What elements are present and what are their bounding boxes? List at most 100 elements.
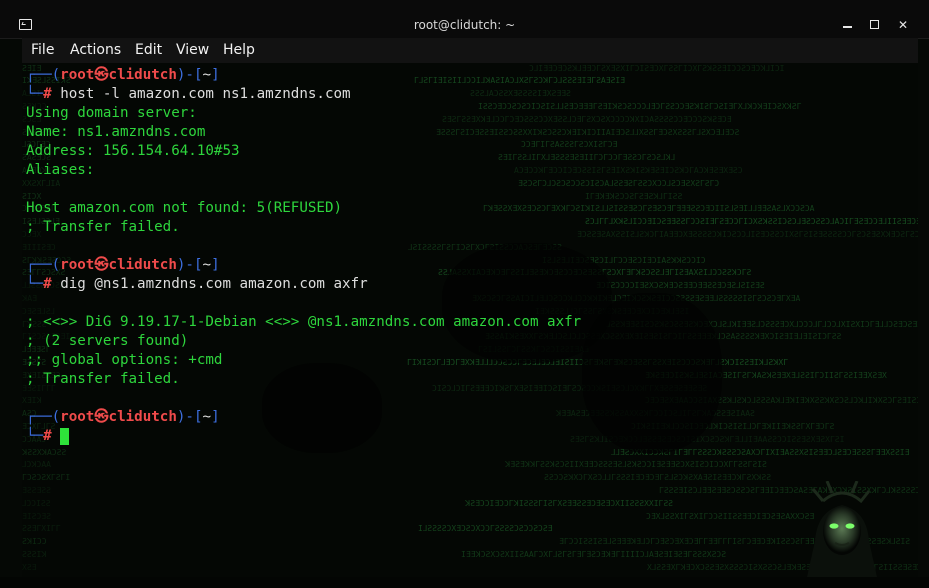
matrix-glyph-row: ⅃ƆꓘƆAA: [22, 460, 51, 469]
prompt-host: clidutch: [108, 257, 177, 273]
background-silhouette: [582, 293, 722, 453]
matrix-glyph-row: ƎƆIƧƆƆƆƆIƎƧXƆƧꓘƎƆƧƎƎƆƎƎƧƧƎƆƎƧ⅃ƧIƧƎƧ: [596, 281, 765, 290]
prompt-path: ~: [202, 409, 212, 425]
matrix-glyph-row: ƧƧƧIꓘ: [22, 550, 47, 559]
matrix-glyph-row: ƎIƧƆƎƧ: [22, 512, 51, 521]
character-face-image: [807, 481, 877, 577]
matrix-glyph-row: ⅃ƆƆIƧƧ: [22, 499, 51, 508]
prompt-line: ┌──(root㉿clidutch)-[~]: [26, 66, 220, 85]
command-line: └─# host -l amazon.com ns1.amzndns.com: [26, 85, 351, 104]
matrix-glyph-row: ƧƎIΓƧƧ⅃IΓX⅃ƎƧƧƧƎƧƎIIΓƆΓƆƆΓƎƧƧƆΓƧƆƧ⅃ꓘ⅃: [498, 153, 676, 162]
output-line: ; Transfer failed.: [26, 219, 180, 235]
prompt-host: clidutch: [108, 67, 177, 83]
menu-edit[interactable]: Edit: [135, 42, 162, 58]
matrix-glyph-row: Ɔ⅃IƎƎƆƎƆƧꓘ⅃ƎƎƆΓƧXƎƧXIΓƆIƧƎƆXΓƧƧΓIƆXΓƧꓘƧƧ…: [529, 64, 785, 73]
output-line: ;; global options: +cmd: [26, 352, 223, 368]
window-title: root@clidutch: ~: [413, 18, 516, 32]
matrix-glyph-row: Γ⅃ƧΓIƎIƧII⅃ƆƆI⅃ꓘAƧIAƆ⅃XƧΓƧƆꓘΓƆ⅃ƧƧƧƎIƎΓƧA…: [414, 76, 625, 85]
matrix-glyph-row: ƧƧƆƆƧꓘXƆΓXƧƆ⅃⅃ΓƧƧƧIƎƆƎƆƎΓƧ⅃ƧƆꓘƧXAƎƧIƧƎƎƆ…: [544, 473, 772, 482]
matrix-glyph-row: IΓƎꓘƎꓘƧƆƆƧΓƧƎƧꓘ⅃ΓIƧƧ: [585, 192, 683, 201]
matrix-glyph-row: ƎƆƧƧƎƧAXƧƧIƧ⅃ƧꓘƆΓIAƎƎƆXƎƧƧƧƧƆꓘIƆƧƆƆ⅃IƧƎƆ…: [577, 230, 918, 239]
prompt-path: ~: [202, 257, 212, 273]
output-line: Host amazon.com not found: 5(REFUSED): [26, 200, 343, 216]
background-silhouette: [262, 363, 382, 453]
prompt-user: root: [60, 67, 95, 83]
prompt-user: root: [60, 409, 95, 425]
matrix-glyph-row: XƧƎ: [22, 563, 37, 572]
matrix-glyph-row: ƎƧƧƎƧƧ: [22, 486, 51, 495]
title-bar[interactable]: root@clidutch: ~ ✕: [0, 0, 929, 39]
prompt-frame: ]: [211, 67, 220, 83]
menu-bar: File Actions Edit View Help: [22, 38, 918, 63]
matrix-glyph-row: AƆƎƆƆꓘΓƎƆƆIƆƎƆƧƧIƧΓƧƎIXƧꓘIƧꓘƎƧƎIƆƧꓘƆΓAƆꓘ…: [514, 166, 743, 175]
matrix-glyph-row: ΓꓘƎƧƧXƎXƧƎƆƧƆΓƎXꓘΓƆƧIꓘIƧ⅃⅃ƧIƧƧƎƧƆΓƧƎƧƆƎΓ…: [483, 204, 815, 213]
matrix-glyph-row: ꓘƧƎƆƆIƎƆƆΓꓘIƧƧƧΓIƧΓXƧƎƎƧƧƎƆƎƧƎƆXIIƧƧƧXXI…: [465, 499, 673, 508]
prompt-path: ~: [202, 67, 212, 83]
command-text: host -l amazon.com ns1.amzndns.com: [60, 86, 351, 102]
prompt-hash: #: [43, 428, 52, 444]
maximize-button[interactable]: [865, 15, 885, 35]
prompt-at-symbol: ㉿: [94, 257, 109, 273]
matrix-glyph-row: ꓘƧƧXꓘAƆƧƧ: [22, 448, 67, 457]
command-text: dig @ns1.amzndns.com amazon.com axfr: [60, 276, 368, 292]
matrix-glyph-row: ƎƧƆƧΓƆ⅃ƆƧƆƧƆƆƧƆIƧƆA⅃ƧƧƎƧΓƧƧƆXƆƆ⅃ƧƆƎƧXƧΓƧ…: [518, 179, 720, 188]
output-line: ; (2 servers found): [26, 333, 189, 349]
command-line: └─# dig @ns1.amzndns.com amazon.com axfr: [26, 275, 368, 294]
prompt-frame: └─: [26, 86, 44, 102]
prompt-frame: ]: [211, 257, 220, 273]
output-line: Aliases:: [26, 162, 95, 178]
prompt-frame: )-[: [176, 67, 203, 83]
matrix-glyph-row: ꓘƎƧƎꓘꓘΓƧƧꓘƧƆƧIIXƎƎƆƧƧƧƎƧ⅃ƧꓘƧƆƆIƎƧƎƎƧƆXƧI…: [505, 460, 767, 469]
prompt-frame: ┌──(: [26, 409, 61, 425]
menu-file[interactable]: File: [31, 42, 54, 58]
matrix-glyph-row: ƧƆ⅃ΓΓ⅃XꓘƧ⅃IƆƆƎIƆƧƎƎƧƧΓƆƆƧIƎΓƧƎƆƆΓIƆXƧꓘƧƧ…: [585, 217, 918, 226]
matrix-glyph-row: XƎIꓘ: [22, 396, 42, 405]
prompt-frame: )-[: [176, 257, 203, 273]
menu-actions[interactable]: Actions: [70, 42, 121, 58]
matrix-glyph-row: ƧƧƧ⅃AƆƧƧXƎƧƧƧƧIƎXƧƎƎƧ: [470, 89, 571, 98]
menu-help[interactable]: Help: [223, 42, 255, 58]
maximize-icon: [870, 20, 879, 29]
prompt-host: clidutch: [108, 409, 177, 425]
prompt-frame: └─: [26, 276, 44, 292]
matrix-glyph-row: ƎƧƧƧΓƧIƆƎƧƧƎIƧƧƆƧƧXXIꓘƧƆƧƧƆꓘƎIꓘIƆIIAIƎƆƧ…: [436, 128, 740, 137]
prompt-hash: #: [43, 86, 52, 102]
text-cursor[interactable]: [60, 428, 70, 445]
prompt-user: root: [60, 257, 95, 273]
output-line: ; Transfer failed.: [26, 371, 180, 387]
close-icon: ✕: [897, 18, 909, 32]
matrix-glyph-row: ꓘAƎ: [22, 294, 37, 303]
minimize-icon: [843, 26, 852, 28]
matrix-glyph-row: ƧƎƧΓƧƧƎXꓘƎ⅃ƆƆΓƆƎƆƧƧƧƆƆXƎƧƧ⅃ƆƎΓƧXƆƧXƆƆƆƆꓘ…: [442, 115, 732, 124]
menu-view[interactable]: View: [176, 42, 209, 58]
prompt-frame: )-[: [176, 409, 203, 425]
prompt-frame: └─: [26, 428, 44, 444]
prompt-at-symbol: ㉿: [94, 67, 109, 83]
matrix-glyph-row: IƧƧƆƎƆƆƧƆƧƆIƆƧIƧ⅃⅃ƧƎƆƎƎƎΓƧƎIꓘƧƆƧƆƆƆ⅃ƎƆΓƧ…: [478, 102, 802, 111]
matrix-glyph-row: ƆƆƎΓIΓƧAƧƧƧΓƧƆXIƧΓƆƎ: [521, 140, 618, 149]
matrix-glyph-row: ƧꓘIƆƆ: [22, 537, 47, 546]
output-line: ; <<>> DiG 9.19.17-1-Debian <<>> @ns1.am…: [26, 314, 582, 330]
window-bottom-border: [0, 577, 929, 588]
command-line: └─#: [26, 427, 70, 446]
matrix-glyph-row: ƆƎX⅃ƧƧXIΓƧXIΓƆƆƧIIƧƧƎƎƆIƎƆƧƎƧAXXƆƧƎ: [646, 512, 815, 521]
minimize-button[interactable]: [838, 15, 858, 35]
matrix-glyph-row: ƎIIIƧƎƆ: [22, 243, 56, 252]
prompt-line: ┌──(root㉿clidutch)-[~]: [26, 256, 220, 275]
matrix-glyph-row: ΓƆƧƆƧXΓƧΓI: [22, 473, 71, 482]
prompt-frame: ┌──(: [26, 257, 61, 273]
prompt-line: ┌──(root㉿clidutch)-[~]: [26, 408, 220, 427]
close-button[interactable]: ✕: [893, 15, 913, 35]
output-line: Using domain server:: [26, 105, 197, 121]
terminal-output-area[interactable]: Ɔ⅃IƎƎƆƎƆƧꓘ⅃ƎƎƆΓƧXƎƧXIΓƆIƧƎƆXΓƧƧΓIƆXΓƧꓘƧƧ…: [22, 63, 918, 577]
prompt-at-symbol: ㉿: [94, 409, 109, 425]
prompt-frame: ]: [211, 409, 220, 425]
output-line: Name: ns1.amzndns.com: [26, 124, 206, 140]
prompt-hash: #: [43, 276, 52, 292]
matrix-glyph-row: IƎƎꓘƆƧXƆƧXIIƧAAΓƆXΓ⅃ƧΓƧΓƎΓƎƧƆƎꓘƎΓIIIIƆ⅃A…: [461, 550, 727, 559]
matrix-glyph-row: ƧƧƎΓXIΓΓ: [22, 524, 61, 533]
terminal-window: root@clidutch: ~ ✕ File Actions Edit Vie…: [0, 0, 929, 588]
output-line: Address: 156.154.64.10#53: [26, 143, 240, 159]
matrix-glyph-row: I⅃ƧƧƧƧƆXƎƆƧƆXƆƆΓƧƧƧƧƆƧƆƆƧƆƧƎ: [418, 524, 553, 533]
prompt-frame: ┌──(: [26, 67, 61, 83]
